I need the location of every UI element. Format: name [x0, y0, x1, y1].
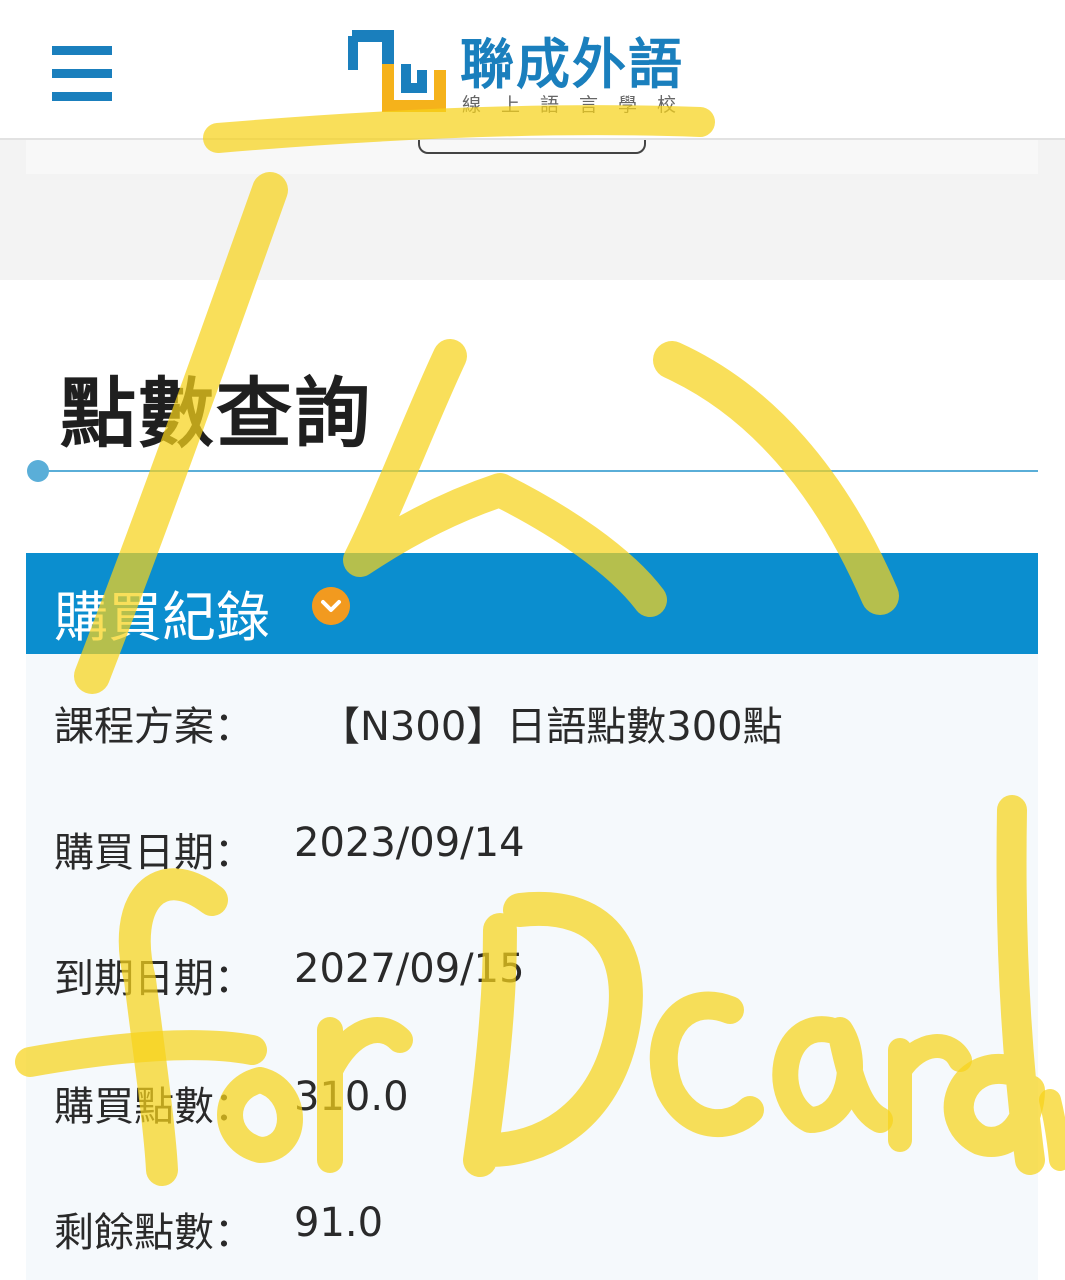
page-title: 點數查詢: [60, 369, 372, 458]
banner-pill: [418, 140, 646, 154]
hamburger-menu-icon[interactable]: [52, 46, 112, 102]
logo-title: 聯成外語: [460, 33, 684, 96]
record-label: 到期日期：: [54, 956, 254, 1002]
chevron-down-icon[interactable]: [312, 587, 350, 625]
record-label: 購買點數：: [54, 1084, 254, 1130]
logo-subtitle: 線上語言學校: [462, 94, 697, 116]
record-label: 剩餘點數：: [54, 1210, 254, 1256]
site-logo[interactable]: 聯成外語 線上語言學校: [348, 24, 708, 116]
record-value: 【N300】日語點數300點: [320, 704, 783, 750]
record-value: 91.0: [294, 1200, 384, 1246]
record-value: 310.0: [294, 1074, 409, 1120]
record-label: 課程方案：: [54, 704, 254, 750]
purchase-record-header[interactable]: 購買紀錄: [26, 553, 1038, 654]
record-value: 2027/09/15: [294, 946, 525, 992]
top-navigation-bar: 聯成外語 線上語言學校: [0, 0, 1065, 140]
purchase-record-list: 課程方案： 【N300】日語點數300點 購買日期： 2023/09/14 到期…: [26, 654, 1038, 1280]
record-label: 購買日期：: [54, 830, 254, 876]
record-value: 2023/09/14: [294, 820, 525, 866]
section-title: 購買紀錄: [54, 586, 270, 649]
banner-strip: [0, 140, 1065, 280]
banner-card: [26, 140, 1038, 174]
title-divider: [38, 470, 1038, 472]
logo-mark-icon: [348, 30, 446, 112]
